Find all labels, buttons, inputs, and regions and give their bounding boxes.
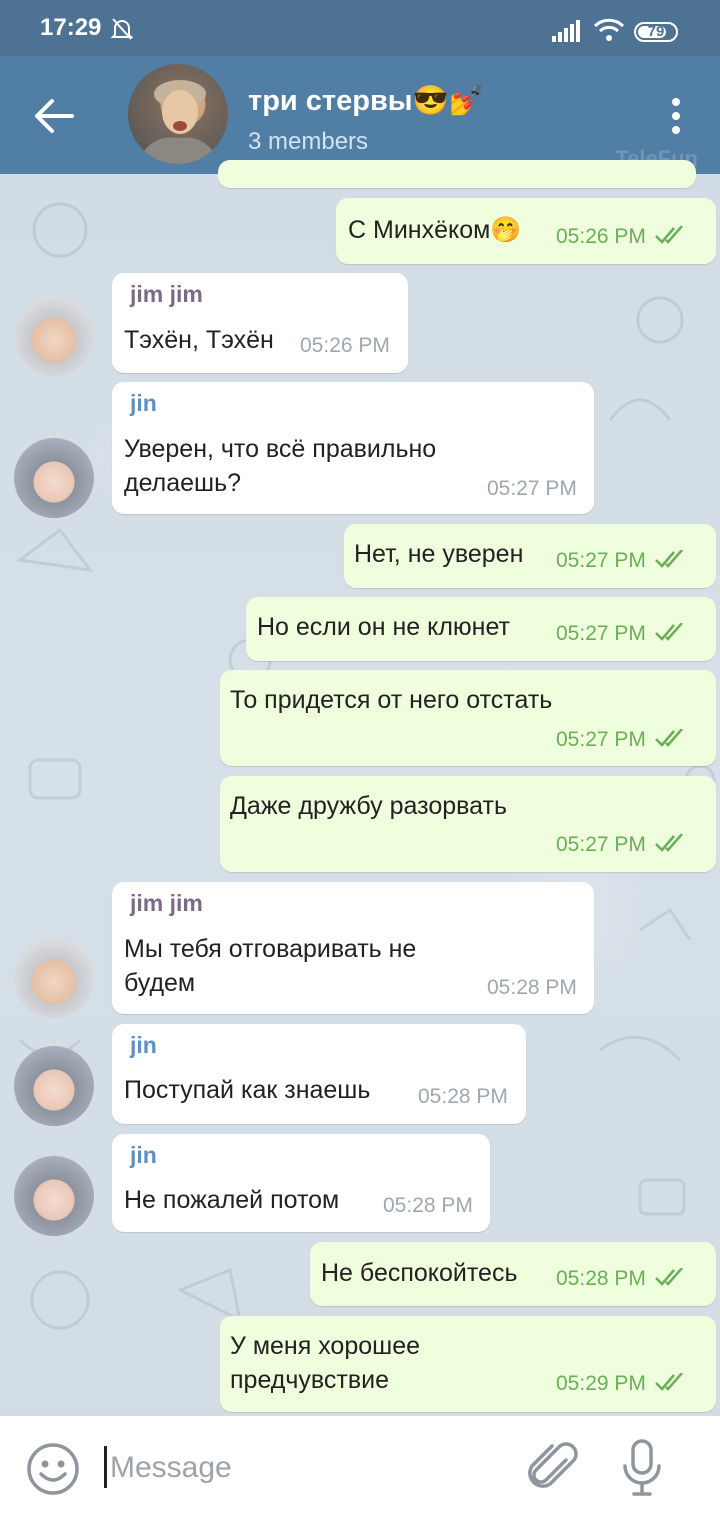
message-time: 05:26 PM bbox=[556, 225, 646, 248]
arrow-left-icon[interactable] bbox=[32, 96, 76, 136]
message-time: 05:28 PM bbox=[487, 976, 577, 999]
message-text: С Минхёком🤭 bbox=[348, 216, 522, 244]
member-count: 3 members bbox=[248, 128, 369, 155]
avatar[interactable] bbox=[14, 1156, 94, 1236]
message-time: 05:29 PM bbox=[556, 1372, 646, 1395]
message-bubble-outgoing[interactable]: Но если он не клюнет 05:27 PM bbox=[246, 597, 716, 661]
message-bubble-incoming[interactable]: jim jim Мы тебя отговаривать не будем 05… bbox=[112, 882, 594, 1014]
message-text: Нет, не уверен bbox=[354, 540, 524, 568]
smiley-icon[interactable] bbox=[26, 1442, 80, 1496]
message-text: Но если он не клюнет bbox=[257, 613, 511, 641]
avatar[interactable] bbox=[14, 438, 94, 518]
paperclip-icon[interactable] bbox=[526, 1438, 582, 1498]
double-check-icon bbox=[655, 1268, 683, 1286]
message-bubble-outgoing[interactable]: У меня хорошее предчувствие 05:29 PM bbox=[220, 1316, 716, 1412]
microphone-icon[interactable] bbox=[622, 1438, 662, 1498]
sender-name[interactable]: jin bbox=[130, 1142, 157, 1169]
message-input-bar bbox=[0, 1416, 720, 1520]
avatar[interactable] bbox=[14, 1046, 94, 1126]
status-time: 17:29 bbox=[40, 14, 102, 41]
message-bubble-outgoing[interactable] bbox=[218, 160, 696, 188]
message-time: 05:28 PM bbox=[383, 1194, 473, 1217]
message-bubble-outgoing[interactable]: Нет, не уверен 05:27 PM bbox=[344, 524, 716, 588]
message-time: 05:27 PM bbox=[556, 833, 646, 856]
double-check-icon bbox=[655, 623, 683, 641]
avatar[interactable] bbox=[14, 296, 94, 376]
double-check-icon bbox=[655, 834, 683, 852]
message-time: 05:27 PM bbox=[556, 728, 646, 751]
more-vertical-icon[interactable] bbox=[666, 96, 686, 136]
message-time: 05:27 PM bbox=[556, 622, 646, 645]
signal-icon bbox=[552, 20, 580, 42]
sender-name[interactable]: jim jim bbox=[130, 890, 203, 917]
bell-muted-icon bbox=[110, 18, 134, 40]
sender-name[interactable]: jin bbox=[130, 1032, 157, 1059]
message-bubble-outgoing[interactable]: То придется от него отстать 05:27 PM bbox=[220, 670, 716, 766]
status-bar: 17:29 79 bbox=[0, 0, 720, 56]
message-text: Мы тебя отговаривать не будем bbox=[124, 935, 417, 997]
battery-percent: 79 bbox=[647, 23, 665, 40]
text-cursor bbox=[104, 1446, 107, 1488]
message-bubble-incoming[interactable]: jim jim Тэхён, Тэхён 05:26 PM bbox=[112, 273, 408, 373]
message-bubble-incoming[interactable]: jin Не пожалей потом 05:28 PM bbox=[112, 1134, 490, 1232]
double-check-icon bbox=[655, 226, 683, 244]
message-text: Не беспокойтесь bbox=[321, 1259, 518, 1287]
message-text: Не пожалей потом bbox=[124, 1186, 340, 1214]
chat-title: три стервы😎💅 bbox=[248, 85, 485, 117]
wifi-icon bbox=[593, 18, 625, 41]
chat-header: три стервы😎💅 3 members TeleFun bbox=[0, 56, 720, 174]
message-text: То придется от него отстать bbox=[230, 686, 553, 714]
battery-icon: 79 bbox=[634, 22, 678, 42]
double-check-icon bbox=[655, 729, 683, 747]
double-check-icon bbox=[655, 1373, 683, 1391]
message-time: 05:26 PM bbox=[300, 334, 390, 357]
message-text: У меня хорошее предчувствие bbox=[230, 1332, 421, 1394]
message-bubble-incoming[interactable]: jin Уверен, что всё правильно делаешь? 0… bbox=[112, 382, 594, 514]
message-time: 05:27 PM bbox=[487, 477, 577, 500]
avatar[interactable] bbox=[14, 938, 94, 1018]
double-check-icon bbox=[655, 550, 683, 568]
message-bubble-outgoing[interactable]: Не беспокойтесь 05:28 PM bbox=[310, 1242, 716, 1306]
message-time: 05:27 PM bbox=[556, 549, 646, 572]
message-text: Уверен, что всё правильно делаешь? bbox=[124, 435, 437, 497]
message-time: 05:28 PM bbox=[556, 1267, 646, 1290]
message-bubble-incoming[interactable]: jin Поступай как знаешь 05:28 PM bbox=[112, 1024, 526, 1124]
sender-name[interactable]: jim jim bbox=[130, 281, 203, 308]
message-input[interactable] bbox=[108, 1444, 512, 1492]
message-bubble-outgoing[interactable]: Даже дружбу разорвать 05:27 PM bbox=[220, 776, 716, 872]
message-time: 05:28 PM bbox=[418, 1085, 508, 1108]
message-text: Даже дружбу разорвать bbox=[230, 792, 507, 820]
sender-name[interactable]: jin bbox=[130, 390, 157, 417]
message-bubble-outgoing[interactable]: С Минхёком🤭 05:26 PM bbox=[336, 198, 716, 264]
group-avatar[interactable] bbox=[128, 64, 228, 164]
message-text: Поступай как знаешь bbox=[124, 1076, 371, 1104]
message-text: Тэхён, Тэхён bbox=[124, 326, 274, 354]
